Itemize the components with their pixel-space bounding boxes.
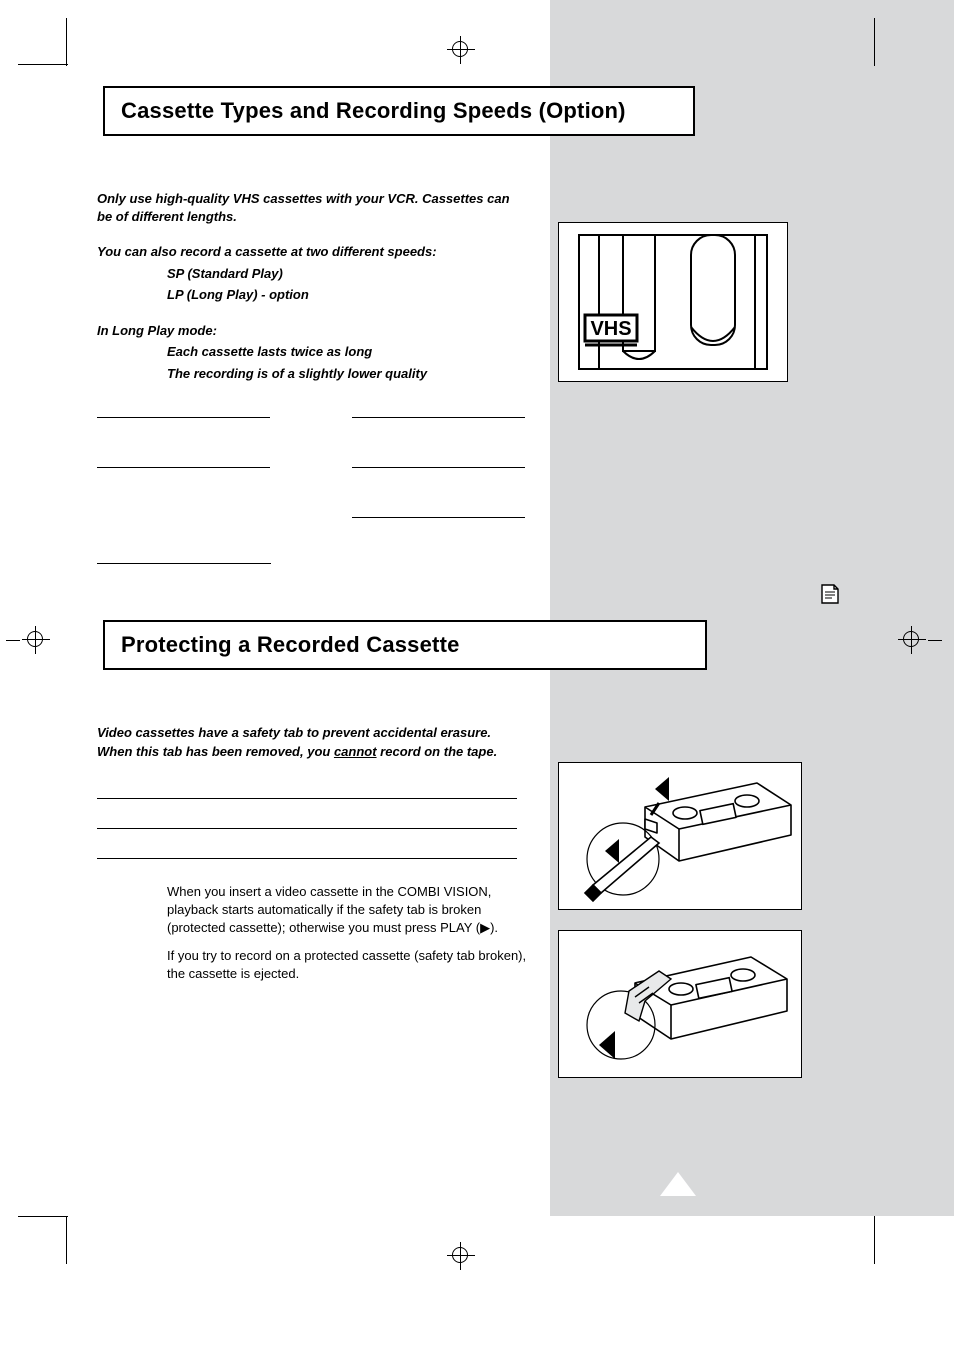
speeds-list: SP (Standard Play) LP (Long Play) - opti… [167, 265, 525, 304]
register-mark-icon [447, 36, 475, 64]
section2-intro: Video cassettes have a safety tab to pre… [97, 724, 517, 760]
blank-cell [97, 404, 270, 418]
note-tab-icon [812, 576, 848, 612]
lp-mode-list: Each cassette lasts twice as long The re… [167, 343, 525, 382]
blank-cell [97, 454, 270, 468]
blank-cell [352, 504, 525, 518]
note-block: When you insert a video cassette in the … [167, 883, 527, 983]
register-mark-icon [447, 1242, 475, 1270]
note2: If you try to record on a protected cass… [167, 947, 527, 983]
section-heading-box: Protecting a Recorded Cassette [103, 620, 707, 670]
blank-fill-lines [97, 769, 517, 859]
page-continue-triangle-icon [660, 1172, 696, 1196]
lp-mode-line2: The recording is of a slightly lower qua… [167, 365, 525, 383]
blank-line [97, 799, 517, 829]
blank-fill-table [97, 404, 525, 564]
lp-mode-line1: Each cassette lasts twice as long [167, 343, 525, 361]
register-mark-icon [22, 626, 50, 654]
section1-body: Only use high-quality VHS cassettes with… [97, 190, 525, 382]
crop-mark [6, 640, 20, 641]
crop-mark [66, 18, 67, 66]
section1-intro: Only use high-quality VHS cassettes with… [97, 190, 525, 225]
blank-line [97, 769, 517, 799]
crop-mark [928, 640, 942, 641]
blank-cell [352, 454, 525, 468]
lp-mode-label: In Long Play mode: [97, 322, 525, 340]
vhs-label: VHS [590, 318, 631, 340]
vhs-cassette-illustration: VHS [558, 222, 788, 382]
speed-lp: LP (Long Play) - option [167, 286, 525, 304]
cassette-tab-tape-illustration [558, 930, 802, 1078]
note1: When you insert a video cassette in the … [167, 883, 527, 937]
section2-title: Protecting a Recorded Cassette [121, 632, 689, 658]
blank-cell [97, 550, 271, 564]
register-mark-icon [898, 626, 926, 654]
crop-mark [874, 18, 875, 66]
crop-mark [66, 1216, 67, 1264]
section1-title: Cassette Types and Recording Speeds (Opt… [121, 98, 677, 124]
speeds-intro: You can also record a cassette at two di… [97, 243, 525, 261]
section2-intro-cannot: cannot [334, 744, 377, 759]
crop-mark [18, 1216, 68, 1217]
blank-line [97, 829, 517, 859]
crop-mark [874, 1216, 875, 1264]
section-heading-box: Cassette Types and Recording Speeds (Opt… [103, 86, 695, 136]
speed-sp: SP (Standard Play) [167, 265, 525, 283]
section2-intro-part2: record on the tape. [377, 744, 498, 759]
cassette-tab-break-illustration [558, 762, 802, 910]
blank-cell [352, 404, 525, 418]
crop-mark [18, 64, 68, 65]
